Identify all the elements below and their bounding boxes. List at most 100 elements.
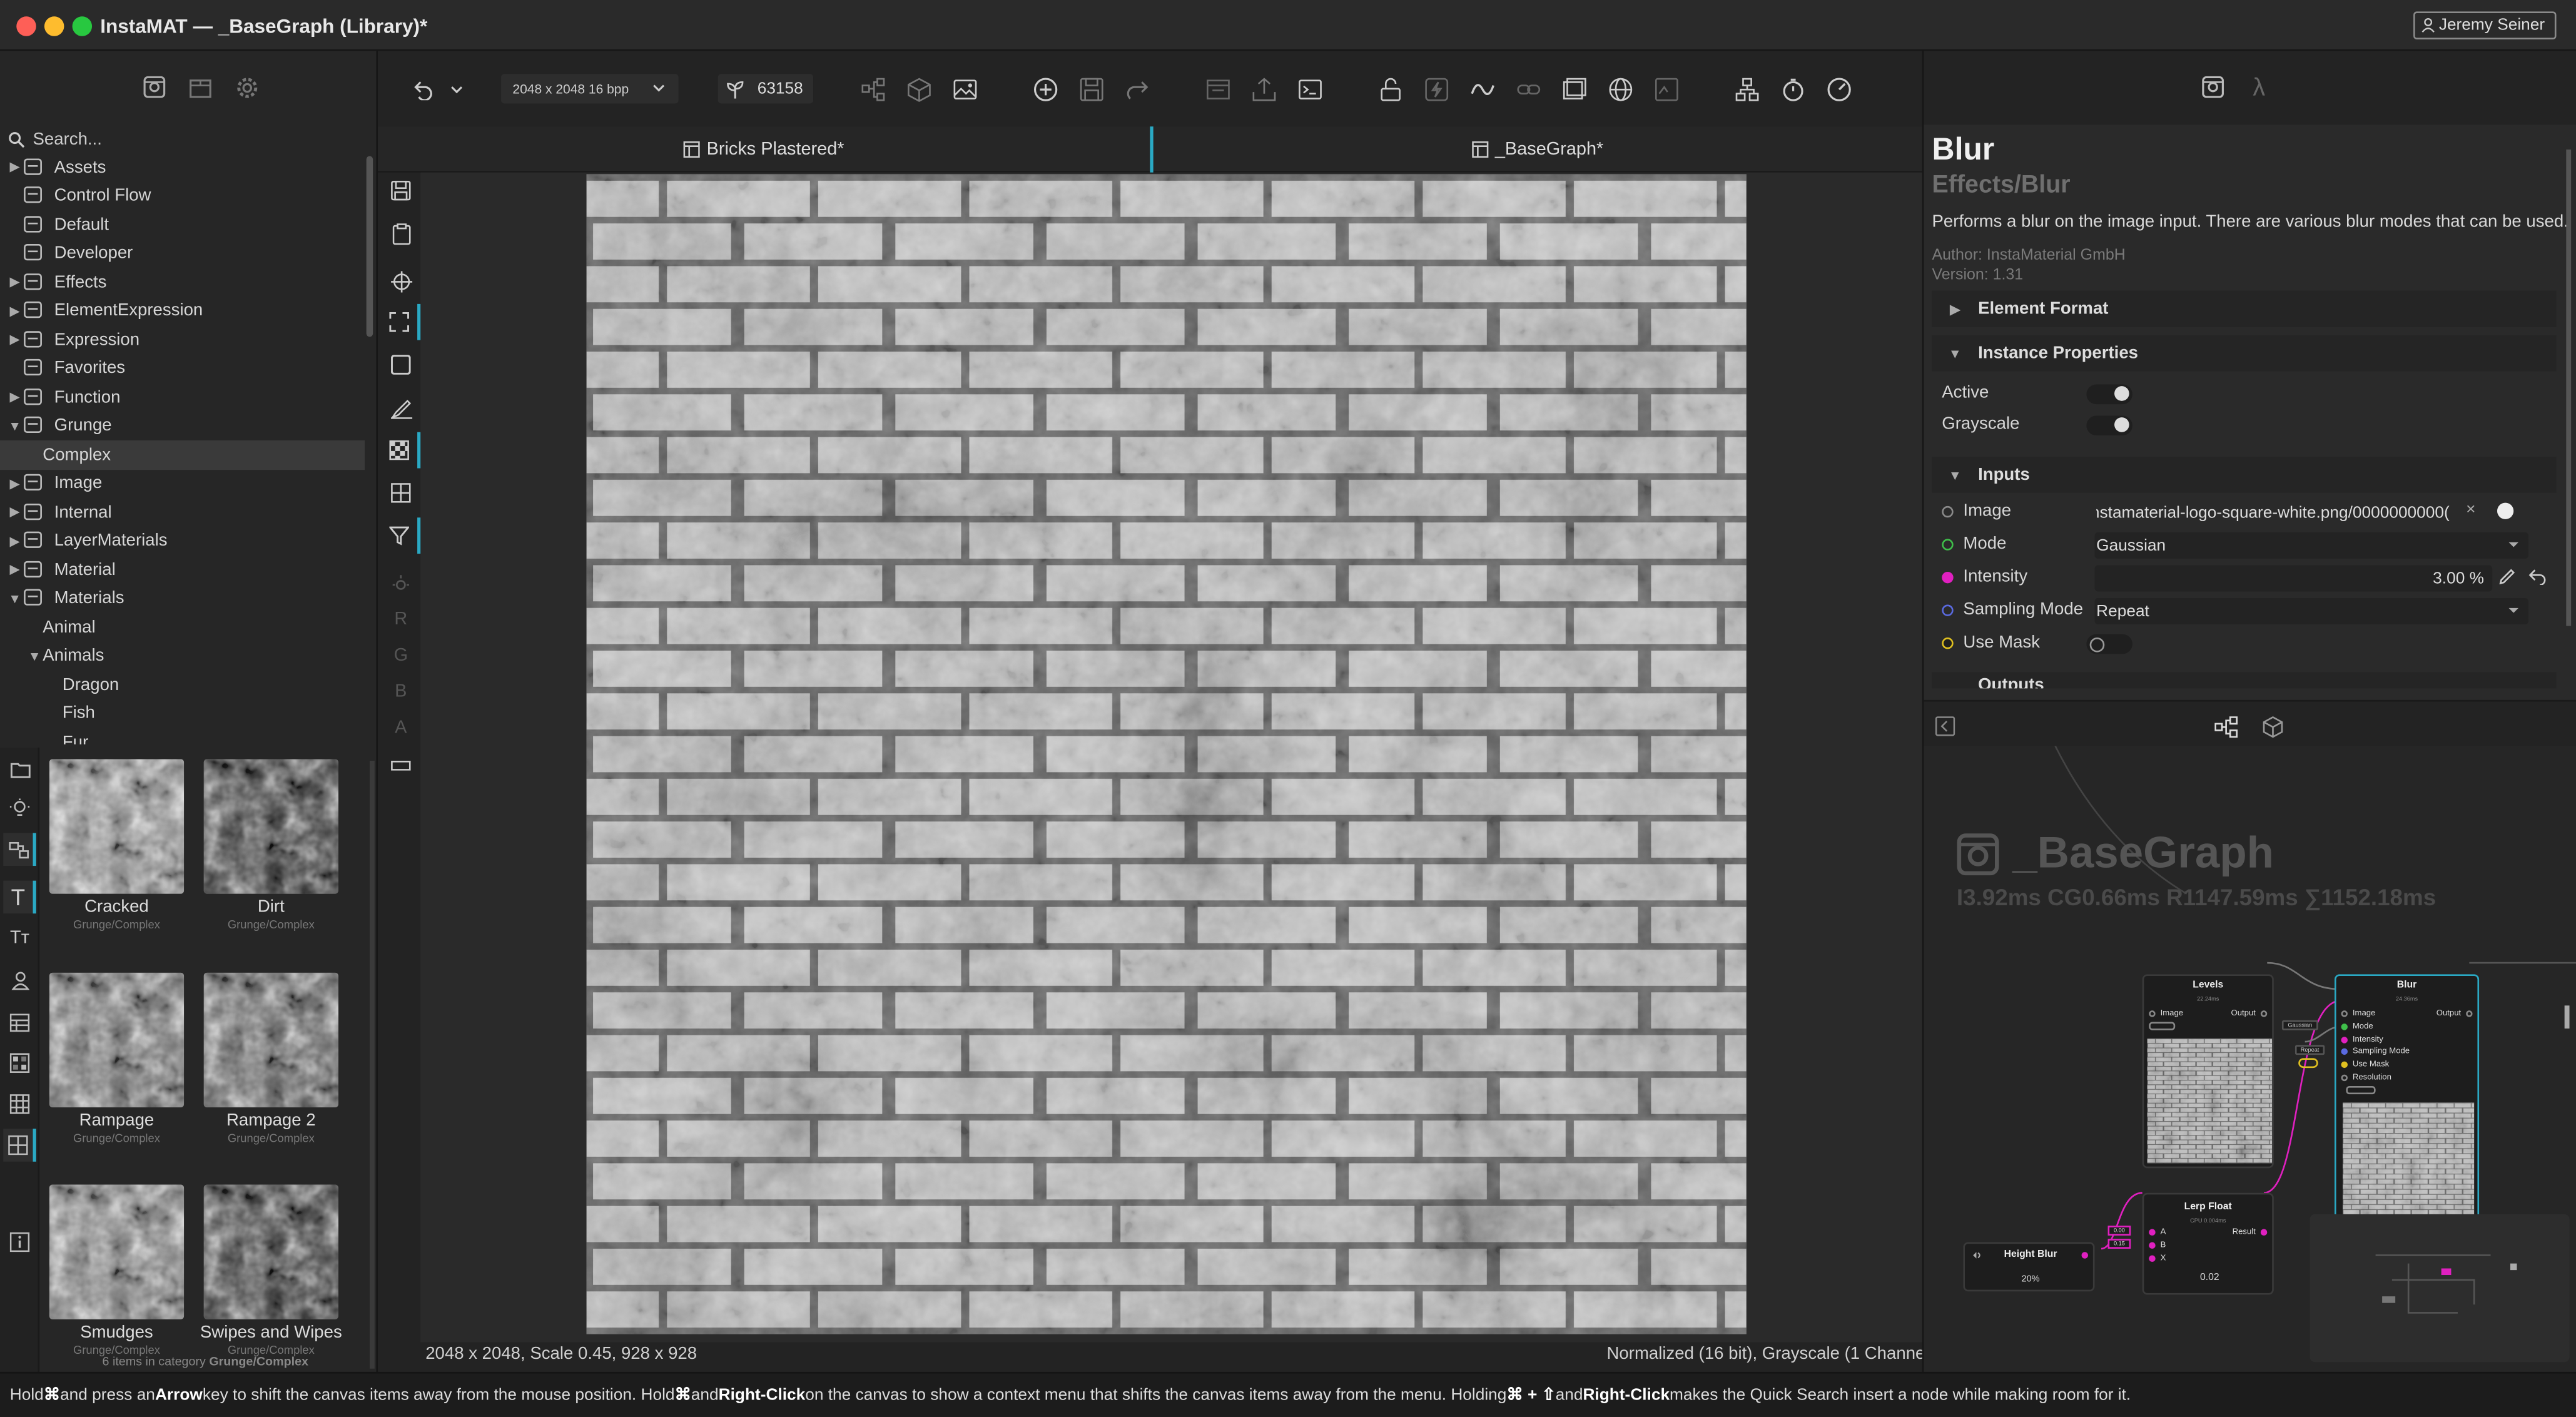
close-window-button[interactable] [16,16,36,36]
user-account-button[interactable]: Jeremy Seiner [2412,11,2557,40]
tile-grid-icon[interactable] [381,475,420,511]
reset-icon[interactable] [2527,567,2547,587]
ruler-icon[interactable] [381,748,420,784]
blur-use-mask-toggle[interactable] [2298,1058,2318,1069]
lerp-a-value[interactable]: 0.00 [2107,1226,2131,1236]
node-title: Height Blur [2004,1250,2057,1261]
save-icon[interactable] [1076,74,1105,103]
use-mask-toggle[interactable] [2086,634,2132,654]
frame-icon[interactable] [381,347,420,383]
item-thumbnail[interactable] [203,759,339,894]
stopwatch-icon[interactable] [1778,74,1807,103]
node-option-chip[interactable] [2149,1022,2176,1030]
port-label: A [2160,1227,2166,1237]
lerp-float-node[interactable]: Lerp Float CPU 0.004ms A B X Result 0.02 [2142,1192,2274,1295]
save-image-icon[interactable] [381,173,420,209]
mode-select[interactable]: Gaussian [2094,532,2528,559]
upload-icon[interactable] [1249,74,1278,103]
intensity-slider[interactable]: 3.00 % [2094,565,2493,592]
channel-g-toggle[interactable]: G [381,646,420,666]
clipboard-icon[interactable] [381,215,420,251]
sampling-mode-select[interactable]: Repeat [2094,597,2528,624]
input-port[interactable] [2341,1010,2348,1017]
gauge-icon[interactable] [1823,74,1853,103]
section-outputs[interactable]: Outputs [1932,672,2557,689]
terminal-icon[interactable] [1295,74,1324,103]
pencil-icon[interactable] [2497,567,2517,587]
active-toggle[interactable] [2086,384,2132,405]
node-graph-canvas[interactable]: _BaseGraph I3.92ms CG0.66ms R1147.59ms ∑… [1924,746,2576,1372]
render-icon[interactable] [1202,74,1232,103]
channel-a-toggle[interactable]: A [381,718,420,738]
input-port[interactable] [2341,1062,2348,1069]
light-icon[interactable] [381,565,420,601]
link-icon[interactable] [2497,502,2514,519]
input-port[interactable] [2341,1074,2348,1082]
image-icon[interactable] [950,74,979,103]
fit-to-view-icon[interactable] [381,303,421,340]
tab-bricks-plastered[interactable]: Bricks Plastered* [378,126,1150,173]
redo-icon[interactable] [1122,74,1152,103]
input-port[interactable] [2341,1023,2348,1030]
graph-vertical-scroll[interactable] [2564,1005,2570,1029]
blur-mode-tag[interactable]: Gaussian [2281,1020,2318,1030]
tab-basegraph[interactable]: _BaseGraph* [1154,126,1922,173]
section-inputs[interactable]: ▼ Inputs [1932,457,2557,493]
section-instance-properties[interactable]: ▼ Instance Properties [1932,335,2557,372]
item-thumbnail[interactable] [203,1184,339,1319]
blur-sampling-tag[interactable]: Repeat [2295,1045,2325,1055]
unlock-icon[interactable] [1375,74,1404,103]
image-text-icon[interactable] [1651,74,1680,103]
hierarchy-icon[interactable] [1732,74,1761,103]
output-port[interactable] [2260,1229,2268,1236]
node-graph-icon[interactable] [858,74,887,103]
graph-minimap[interactable] [2310,1214,2570,1363]
collapse-panel-icon[interactable] [1934,714,1957,738]
height-blur-node[interactable]: Height Blur 20% [1963,1242,2095,1292]
add-node-icon[interactable] [1030,74,1060,103]
item-thumbnail[interactable] [203,972,339,1108]
zoom-window-button[interactable] [72,16,93,36]
levels-node[interactable]: Levels 22.24ms Image Output [2142,974,2274,1169]
channel-b-toggle[interactable]: B [381,682,420,702]
input-port[interactable] [2149,1229,2156,1236]
minimize-window-button[interactable] [44,16,64,36]
lambda-icon[interactable]: λ [2244,73,2274,102]
node-option-chip[interactable] [2346,1085,2376,1095]
paint-brush-icon[interactable] [381,389,420,425]
3d-cube-icon[interactable] [903,74,933,103]
node-graph-icon[interactable] [2213,713,2239,739]
curve-icon[interactable] [1467,74,1496,103]
lerp-b-value[interactable]: 0.15 [2107,1239,2131,1249]
flash-icon[interactable] [1421,74,1451,103]
image-input-field[interactable]: )0000000000/instamaterial-logo-square-wh… [2095,499,2528,526]
input-port[interactable] [2149,1255,2156,1262]
port-label: Output [2436,1008,2462,1019]
item-thumbnail[interactable] [49,1184,185,1319]
globe-icon[interactable] [1605,74,1635,103]
item-thumbnail[interactable] [49,759,185,894]
section-element-format[interactable]: ▶ Element Format [1932,290,2557,327]
blur-node[interactable]: Blur 24.36ms Image Mode Intensity Sampling … [2334,974,2480,1246]
input-port[interactable] [2149,1242,2156,1249]
input-port[interactable] [2341,1036,2348,1043]
grayscale-toggle[interactable] [2086,415,2132,435]
input-port[interactable] [2149,1010,2156,1017]
inspector-scrollbar[interactable] [2566,149,2572,626]
channel-r-toggle[interactable]: R [381,609,420,629]
link-chain-icon[interactable] [1513,74,1543,103]
crosshair-icon[interactable] [381,263,420,299]
output-port[interactable] [2466,1010,2473,1017]
library-icon[interactable] [2198,73,2228,102]
item-grid-scrollbar[interactable] [369,760,375,1369]
checkerboard-icon[interactable] [381,432,421,469]
3d-cube-icon[interactable] [2259,713,2285,739]
texture-preview[interactable] [586,174,1747,1334]
gallery-icon[interactable] [1559,74,1588,103]
clear-icon[interactable]: × [2466,501,2475,519]
output-port[interactable] [2081,1252,2089,1259]
input-port[interactable] [2341,1049,2348,1056]
output-port[interactable] [2260,1010,2268,1017]
item-thumbnail[interactable] [49,972,185,1108]
filter-icon[interactable] [381,517,421,554]
